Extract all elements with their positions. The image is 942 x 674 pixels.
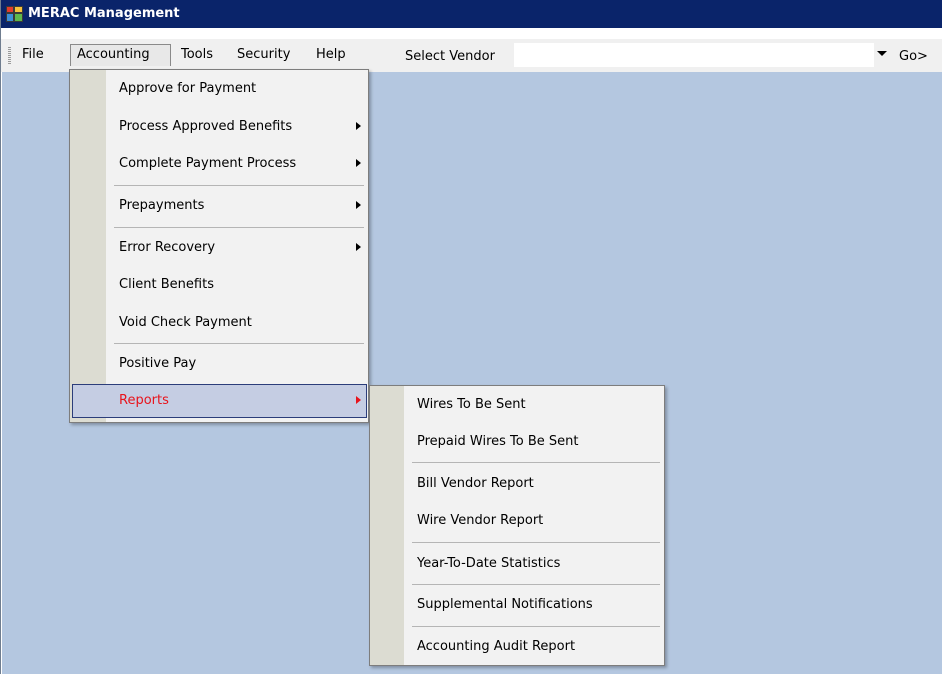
menu-bar: File Accounting Tools Security Help Sele…: [1, 39, 942, 72]
menu-item-approve-for-payment[interactable]: Approve for Payment: [72, 72, 366, 106]
main-window: MERAC Management File Accounting Tools S…: [0, 0, 942, 674]
title-bar[interactable]: MERAC Management: [1, 0, 942, 28]
menu-item-label: Wire Vendor Report: [417, 513, 544, 528]
menu-item-error-recovery[interactable]: Error Recovery: [72, 231, 366, 265]
accounting-menu: Approve for Payment Process Approved Ben…: [69, 69, 369, 423]
menu-separator: [412, 584, 660, 585]
menu-item-label: Error Recovery: [119, 240, 216, 255]
menu-item-label: Prepaid Wires To Be Sent: [417, 434, 579, 449]
go-button[interactable]: Go>: [899, 49, 928, 64]
vendor-combobox[interactable]: [514, 43, 874, 67]
menu-item-year-to-date-statistics[interactable]: Year-To-Date Statistics: [372, 547, 662, 581]
menu-item-label: Complete Payment Process: [119, 156, 297, 171]
menu-help[interactable]: Help: [310, 44, 352, 66]
menu-separator: [114, 227, 364, 228]
menu-separator: [114, 343, 364, 344]
menu-item-label: Void Check Payment: [119, 315, 252, 330]
menu-item-label: Supplemental Notifications: [417, 597, 593, 612]
menu-item-bill-vendor-report[interactable]: Bill Vendor Report: [372, 467, 662, 501]
menu-item-client-benefits[interactable]: Client Benefits: [72, 268, 366, 302]
toolbar-grip-icon[interactable]: [8, 47, 11, 64]
menu-separator: [412, 462, 660, 463]
menu-item-label: Client Benefits: [119, 277, 214, 292]
submenu-arrow-icon: [356, 201, 361, 209]
menu-item-label: Positive Pay: [119, 356, 197, 371]
menu-item-accounting-audit-report[interactable]: Accounting Audit Report: [372, 630, 662, 664]
menu-separator: [412, 542, 660, 543]
menu-item-wires-to-be-sent[interactable]: Wires To Be Sent: [372, 388, 662, 422]
menu-item-label: Accounting Audit Report: [417, 639, 576, 654]
select-vendor-label: Select Vendor: [405, 49, 495, 64]
dropdown-arrow-icon[interactable]: [877, 51, 887, 56]
menu-item-label: Prepayments: [119, 198, 205, 213]
reports-submenu: Wires To Be Sent Prepaid Wires To Be Sen…: [369, 385, 665, 666]
menu-item-label: Approve for Payment: [119, 81, 257, 96]
menu-item-label: Year-To-Date Statistics: [417, 556, 561, 571]
menu-item-reports[interactable]: Reports: [72, 384, 367, 418]
submenu-arrow-icon: [356, 396, 361, 404]
menu-security[interactable]: Security: [231, 44, 296, 66]
submenu-arrow-icon: [356, 159, 361, 167]
menu-item-label: Wires To Be Sent: [417, 397, 526, 412]
menu-file[interactable]: File: [16, 44, 50, 66]
menu-item-wire-vendor-report[interactable]: Wire Vendor Report: [372, 504, 662, 538]
submenu-arrow-icon: [356, 122, 361, 130]
menu-item-supplemental-notifications[interactable]: Supplemental Notifications: [372, 588, 662, 622]
menu-separator: [412, 626, 660, 627]
menu-accounting[interactable]: Accounting: [70, 44, 171, 66]
menu-separator: [114, 185, 364, 186]
window-title: MERAC Management: [28, 6, 180, 21]
menu-item-positive-pay[interactable]: Positive Pay: [72, 347, 366, 381]
menu-item-label: Reports: [119, 393, 169, 408]
menu-item-prepaid-wires-to-be-sent[interactable]: Prepaid Wires To Be Sent: [372, 425, 662, 459]
menu-item-label: Bill Vendor Report: [417, 476, 534, 491]
menu-item-prepayments[interactable]: Prepayments: [72, 189, 366, 223]
menu-item-process-approved-benefits[interactable]: Process Approved Benefits: [72, 110, 366, 144]
app-icon: [6, 6, 23, 22]
menu-tools[interactable]: Tools: [175, 44, 219, 66]
submenu-arrow-icon: [356, 243, 361, 251]
menu-item-label: Process Approved Benefits: [119, 119, 293, 134]
menu-item-void-check-payment[interactable]: Void Check Payment: [72, 306, 366, 340]
menu-item-complete-payment-process[interactable]: Complete Payment Process: [72, 147, 366, 181]
